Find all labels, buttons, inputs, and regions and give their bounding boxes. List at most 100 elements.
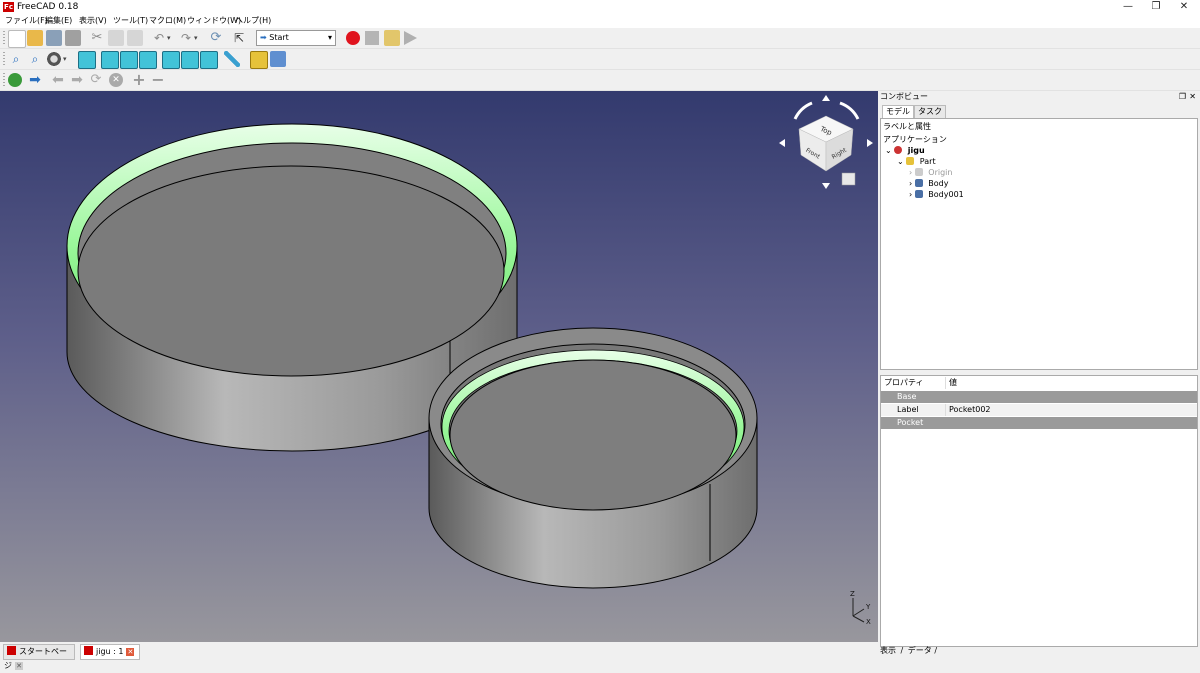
open-folder-icon[interactable]: [27, 30, 43, 46]
3d-scene[interactable]: Top Front Right Z Y X: [0, 91, 878, 642]
property-group-base[interactable]: Base: [881, 391, 1197, 403]
minimize-icon[interactable]: —: [1114, 0, 1142, 14]
tree-item-label: Origin: [928, 168, 953, 177]
chevron-right-icon[interactable]: ›: [909, 190, 912, 199]
nav-down-icon[interactable]: [822, 183, 830, 189]
tree-item-label: Body001: [928, 190, 964, 199]
draw-style-icon[interactable]: [46, 51, 62, 67]
undo-dropdown-icon[interactable]: ▾: [167, 34, 171, 42]
redo-dropdown-icon[interactable]: ▾: [194, 34, 198, 42]
axis-y-label: Y: [865, 603, 871, 611]
undock-icon[interactable]: ❐: [1179, 91, 1186, 103]
new-file-icon[interactable]: [8, 30, 26, 48]
model-tree[interactable]: ラベルと属性 アプリケーション ⌄ jigu ⌄ Part › Origin ›…: [880, 118, 1198, 370]
view-front-icon[interactable]: [101, 51, 119, 69]
tab-close-icon[interactable]: ✕: [15, 662, 23, 670]
doc-tab-start-page[interactable]: スタートページ ✕: [3, 644, 75, 670]
chevron-right-icon[interactable]: ›: [909, 179, 912, 188]
navigation-cube[interactable]: Top Front Right: [779, 95, 873, 189]
panel-close-icon[interactable]: ✕: [1189, 91, 1196, 103]
tree-item-part[interactable]: ⌄ Part: [881, 156, 1197, 167]
close-icon[interactable]: ✕: [1170, 0, 1198, 14]
start-page-icon[interactable]: [8, 73, 22, 87]
property-editor[interactable]: プロパティ 値 Base Label Pocket002 Pocket: [880, 375, 1198, 647]
macro-edit-icon[interactable]: [384, 30, 400, 46]
view-rear-icon[interactable]: [162, 51, 180, 69]
3d-view[interactable]: Top Front Right Z Y X: [0, 91, 878, 642]
copy-icon[interactable]: [108, 30, 124, 46]
view-right-icon[interactable]: [139, 51, 157, 69]
toolbar-grip[interactable]: [3, 31, 5, 45]
paste-icon[interactable]: [127, 30, 143, 46]
nav-left-icon[interactable]: [779, 139, 785, 147]
tree-item-body001[interactable]: › Body001: [881, 189, 1197, 200]
view-left-icon[interactable]: [200, 51, 218, 69]
arrow-forward-icon[interactable]: ➡: [27, 72, 43, 88]
menu-file[interactable]: ファイル(F): [4, 15, 49, 27]
reload-icon[interactable]: ⟳: [88, 72, 104, 88]
draw-style-dropdown-icon[interactable]: ▾: [63, 55, 67, 63]
restore-icon[interactable]: ❐: [1142, 0, 1170, 14]
menu-tools[interactable]: ツール(T): [112, 15, 149, 27]
undo-icon[interactable]: ↶: [151, 30, 167, 46]
back-icon[interactable]: ⬅: [50, 72, 66, 88]
whats-this-icon[interactable]: ⇱: [231, 30, 247, 46]
nav-up-icon[interactable]: [822, 95, 830, 101]
forward-icon[interactable]: ➡: [69, 72, 85, 88]
axis-z-label: Z: [850, 590, 855, 598]
tree-item-jigu[interactable]: ⌄ jigu: [881, 145, 1197, 156]
tree-item-label: Body: [928, 179, 949, 188]
small-cylinder[interactable]: [428, 327, 758, 589]
redo-icon[interactable]: ↷: [178, 30, 194, 46]
create-part-icon[interactable]: [250, 51, 268, 69]
menu-edit[interactable]: 編集(E): [44, 15, 73, 27]
chevron-right-icon[interactable]: ›: [909, 168, 912, 177]
toolbar-grip[interactable]: [3, 52, 5, 66]
stop-icon[interactable]: ✕: [109, 73, 123, 87]
chevron-down-icon[interactable]: ⌄: [897, 157, 904, 166]
panel-title: コンボビュー: [880, 92, 928, 101]
menu-macro[interactable]: マクロ(M): [148, 15, 187, 27]
fit-all-icon[interactable]: ⌕: [8, 51, 24, 67]
zoom-out-icon[interactable]: −: [150, 72, 166, 88]
tab-task[interactable]: タスク: [914, 105, 946, 118]
title-bar: Fc FreeCAD 0.18 — ❐ ✕: [0, 0, 1200, 14]
cut-icon[interactable]: ✂: [89, 30, 105, 46]
measure-distance-icon[interactable]: [224, 51, 240, 67]
tree-item-origin[interactable]: › Origin: [881, 167, 1197, 178]
print-icon[interactable]: [65, 30, 81, 46]
tab-close-icon[interactable]: ✕: [126, 648, 135, 656]
macro-play-icon[interactable]: [404, 31, 417, 45]
nav-cube-menu-icon[interactable]: [841, 172, 856, 186]
labels-header: ラベルと属性: [883, 121, 1197, 132]
view-bottom-icon[interactable]: [181, 51, 199, 69]
workbench-selector[interactable]: ➡ Start ▾: [256, 30, 336, 46]
view-isometric-icon[interactable]: [78, 51, 96, 69]
tab-model[interactable]: モデル: [882, 105, 914, 118]
macro-record-icon[interactable]: [346, 31, 360, 45]
property-row-label[interactable]: Label Pocket002: [881, 404, 1197, 416]
property-value[interactable]: Pocket002: [945, 404, 991, 416]
combo-view-panel: コンボビュー ❐ ✕ モデル タスク ラベルと属性 アプリケーション ⌄ jig…: [878, 91, 1200, 661]
chevron-down-icon[interactable]: ⌄: [885, 146, 892, 155]
nav-right-icon[interactable]: [867, 139, 873, 147]
view-top-icon[interactable]: [120, 51, 138, 69]
macro-stop-icon[interactable]: [365, 31, 379, 45]
tree-item-body[interactable]: › Body: [881, 178, 1197, 189]
zoom-in-icon[interactable]: +: [131, 72, 147, 88]
doc-tab-jigu[interactable]: jigu : 1 ✕: [80, 644, 140, 660]
document-icon: [894, 146, 903, 154]
refresh-icon[interactable]: ⟳: [208, 30, 224, 46]
create-group-icon[interactable]: [270, 51, 286, 67]
save-icon[interactable]: [46, 30, 62, 46]
fit-selection-icon[interactable]: ⌕: [27, 51, 43, 67]
tab-view[interactable]: 表示: [880, 646, 896, 655]
doc-tab-label: jigu : 1: [96, 647, 124, 656]
application-label: アプリケーション: [883, 134, 1197, 145]
menu-help[interactable]: ヘルプ(H): [234, 15, 272, 27]
tab-data[interactable]: データ: [908, 646, 932, 655]
menu-view[interactable]: 表示(V): [78, 15, 108, 27]
tree-item-label: jigu: [907, 146, 925, 155]
property-group-pocket[interactable]: Pocket: [881, 417, 1197, 429]
toolbar-grip[interactable]: [3, 73, 5, 87]
